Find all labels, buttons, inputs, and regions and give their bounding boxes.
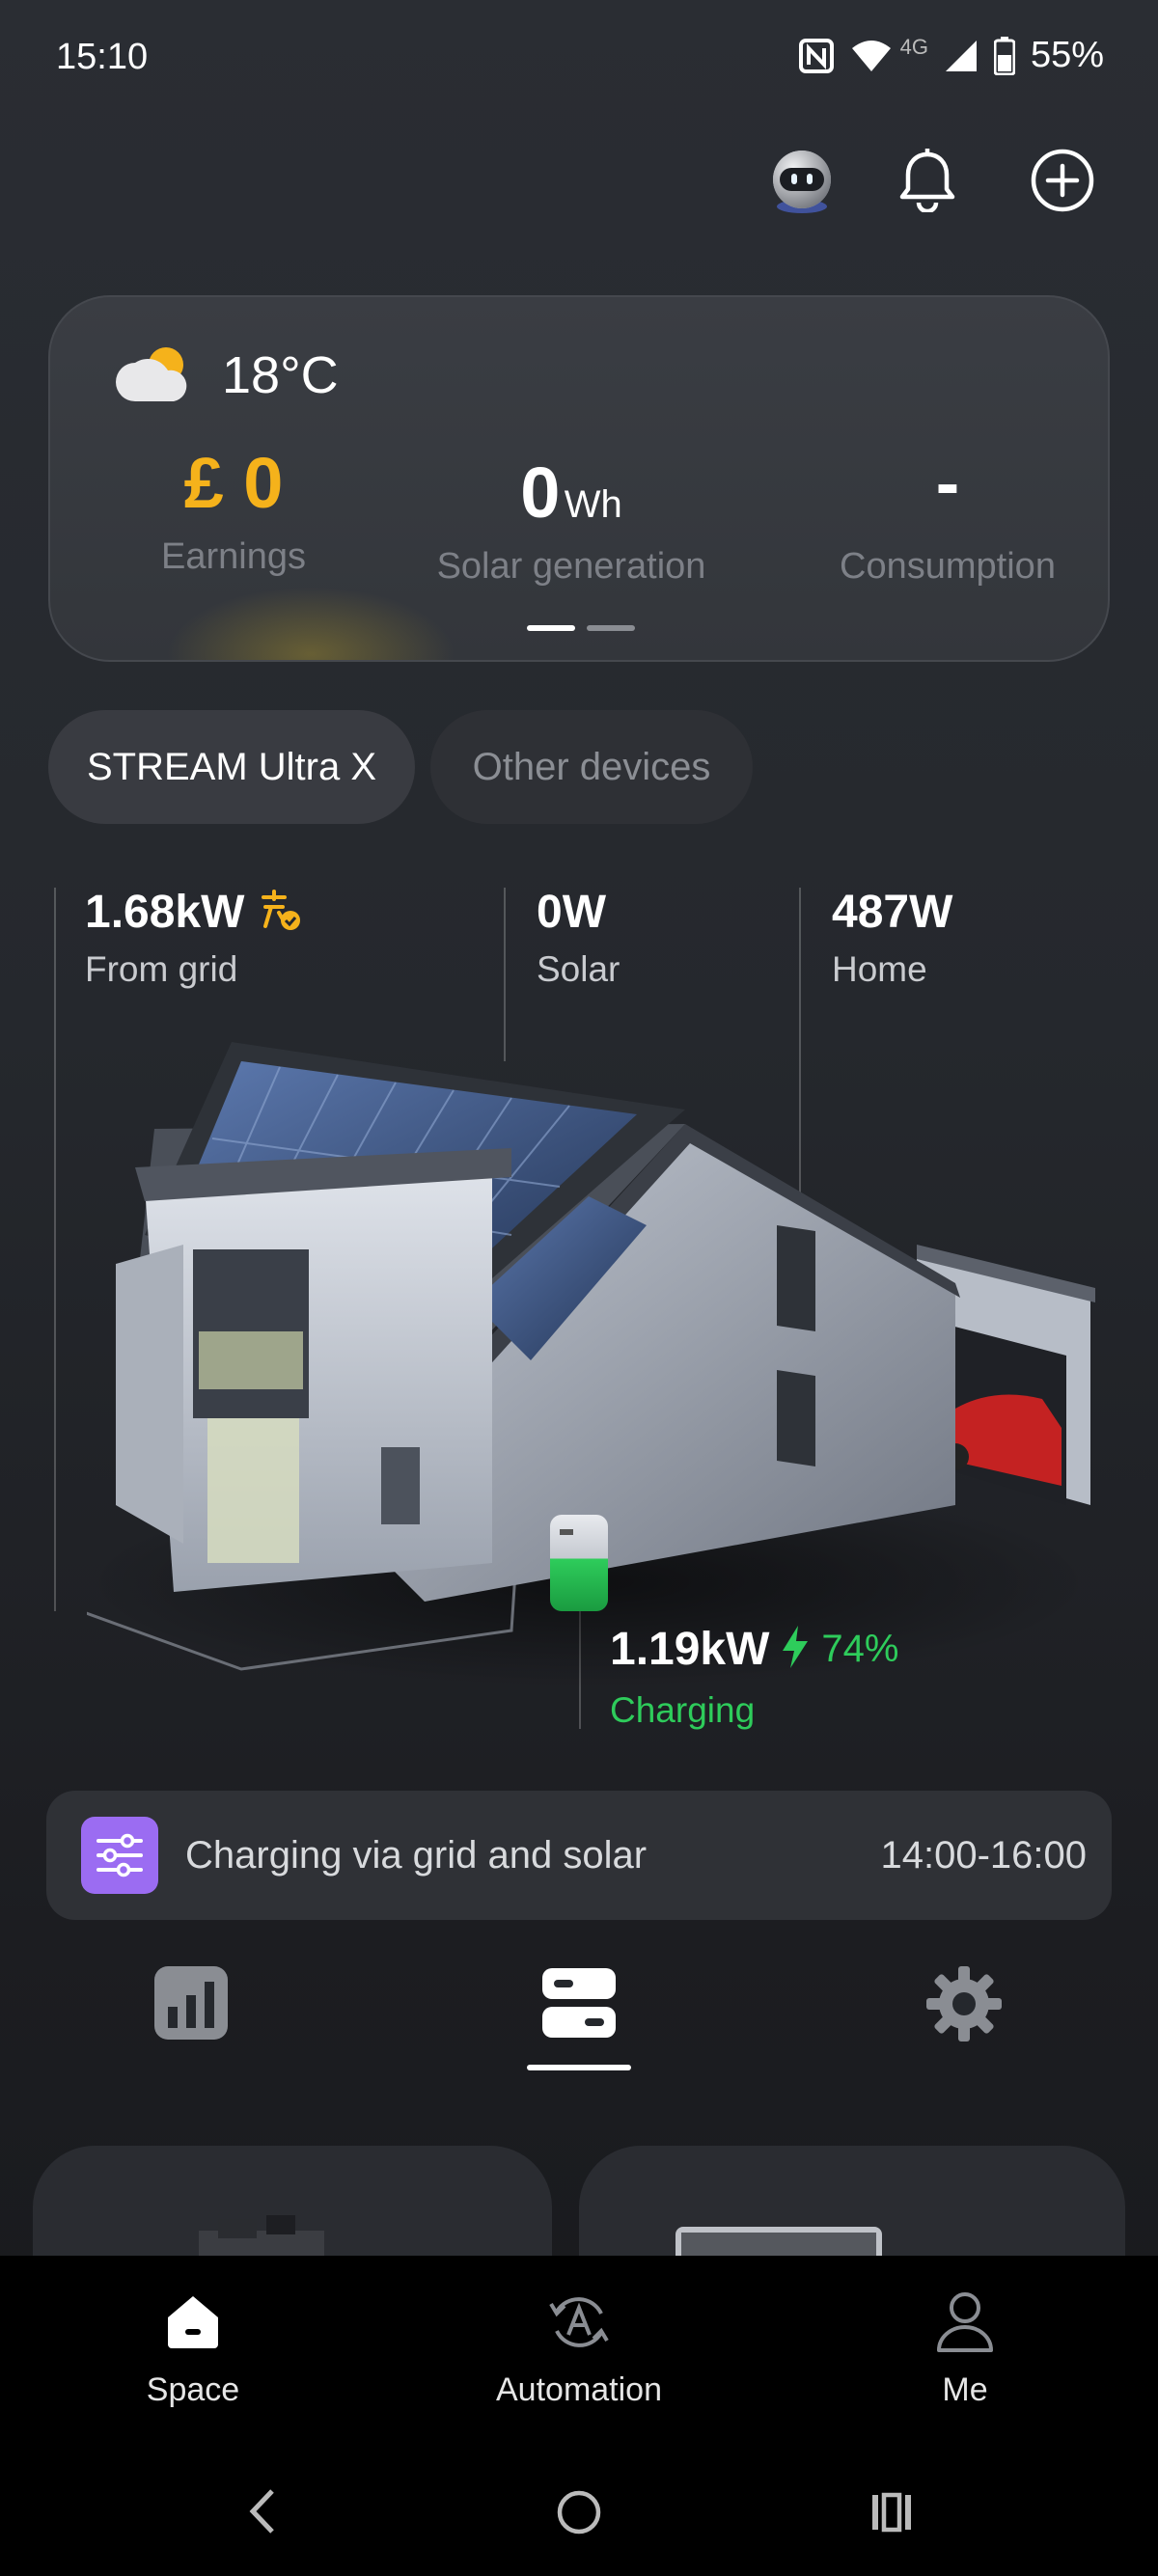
solar-generation-value-group: 0 Wh <box>427 452 716 534</box>
gear-icon[interactable] <box>926 1966 1002 2046</box>
nav-space-label: Space <box>146 2371 240 2408</box>
earnings-value: £ 0 <box>183 443 284 523</box>
status-icons: 4G 55% <box>798 35 1104 76</box>
nav-automation-label: Automation <box>496 2371 662 2408</box>
solar-generation-label: Solar generation <box>436 546 706 587</box>
schedule-text: Charging via grid and solar <box>185 1833 648 1877</box>
card-glow <box>166 587 455 660</box>
solar-label: Solar <box>537 949 620 989</box>
summary-card[interactable]: 18°C £ 0 Earnings 0 Wh Solar generation … <box>48 295 1110 662</box>
schedule-time: 14:00-16:00 <box>880 1833 1087 1877</box>
home-icon <box>96 2290 290 2352</box>
nav-me-label: Me <box>942 2371 988 2408</box>
home-label: Home <box>832 949 927 989</box>
battery-power-value: 1.19kW <box>610 1624 770 1675</box>
grid-line <box>54 888 56 1611</box>
grid-label: From grid <box>85 949 238 989</box>
home-power-value: 487W <box>832 887 953 938</box>
nav-automation[interactable]: Automation <box>463 2290 695 2409</box>
wifi-icon <box>850 39 893 73</box>
battery-percent-value: 74% <box>821 1628 899 1670</box>
grid-power-value: 1.68kW <box>85 887 245 938</box>
network-type: 4G <box>899 34 928 59</box>
bolt-icon <box>781 1626 810 1673</box>
nav-space[interactable]: Space <box>96 2290 290 2409</box>
sliders-icon <box>81 1817 158 1894</box>
battery-percent: 55% <box>1030 35 1104 75</box>
bottom-nav: Space Automation Me <box>0 2256 1158 2576</box>
back-icon[interactable] <box>243 2487 282 2540</box>
status-time: 15:10 <box>56 37 149 77</box>
smart-tariff-icon[interactable] <box>258 888 302 937</box>
home-circle-icon[interactable] <box>556 2489 602 2540</box>
tab-stream-ultra-x[interactable]: STREAM Ultra X <box>48 710 415 824</box>
automation-icon <box>463 2290 695 2354</box>
house-illustration <box>53 1003 1110 1703</box>
tab-other-devices[interactable]: Other devices <box>430 710 753 824</box>
add-circle-icon[interactable] <box>1027 145 1098 216</box>
partly-sunny-icon <box>114 343 195 412</box>
earnings-label: Earnings <box>161 536 306 577</box>
nfc-icon <box>798 38 835 74</box>
battery-icon <box>993 36 1015 75</box>
device-list-icon[interactable] <box>540 1964 618 2046</box>
bar-chart-icon[interactable] <box>154 1966 228 2044</box>
solar-power-value: 0W <box>537 887 606 938</box>
consumption-value: - <box>935 443 960 523</box>
consumption-label: Consumption <box>840 546 1056 587</box>
charging-schedule-bar[interactable]: Charging via grid and solar 14:00-16:00 <box>46 1791 1112 1920</box>
recents-icon[interactable] <box>868 2491 915 2538</box>
nav-me[interactable]: Me <box>868 2290 1062 2409</box>
temperature: 18°C <box>222 346 339 404</box>
assistant-robot-icon[interactable] <box>766 145 838 216</box>
grid-power-group: 1.68kW <box>85 886 302 939</box>
active-tab-indicator <box>527 2065 631 2070</box>
page-indicator <box>587 625 635 631</box>
bell-icon[interactable] <box>892 145 963 216</box>
solar-generation-unit: Wh <box>564 483 622 526</box>
signal-icon <box>944 39 979 73</box>
battery-status: Charging <box>610 1690 756 1730</box>
solar-generation-value: 0 <box>520 452 561 533</box>
page-indicator-active <box>527 625 575 631</box>
battery-power-group: 1.19kW 74% <box>610 1623 898 1676</box>
person-icon <box>868 2290 1062 2354</box>
